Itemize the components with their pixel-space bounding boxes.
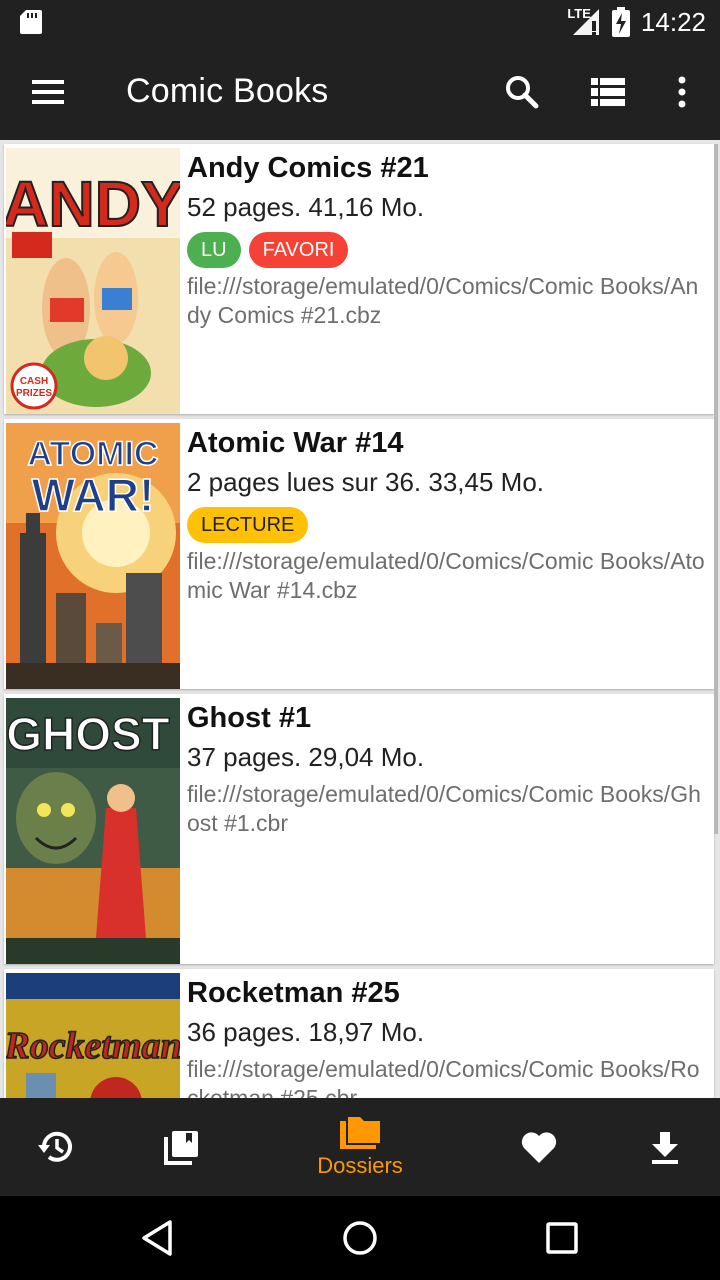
svg-text:WAR!: WAR!	[32, 469, 155, 521]
nav-favorites[interactable]	[516, 1098, 562, 1196]
svg-text:Rocketman: Rocketman	[6, 1025, 180, 1067]
book-meta: 36 pages. 18,97 Mo.	[187, 1017, 425, 1047]
battery-charging-icon	[611, 7, 630, 37]
svg-text:PRIZES: PRIZES	[16, 388, 52, 399]
status-badge-favorite: FAVORI	[248, 232, 349, 268]
signal-icon	[572, 9, 599, 35]
svg-text:ATOMIC: ATOMIC	[28, 435, 159, 473]
book-card[interactable]: ANDY CASH PRIZES Andy Comics #21 52 page…	[4, 144, 714, 414]
book-card[interactable]: GHOST Ghost #1 37 pages. 29,04 Mo. file:…	[4, 694, 714, 964]
nav-folders-label: Dossiers	[317, 1153, 403, 1178]
sd-card-icon	[20, 10, 42, 34]
download-icon	[652, 1132, 678, 1164]
status-badge-reading: LECTURE	[187, 507, 309, 543]
scrollbar[interactable]	[714, 144, 718, 834]
badge-row: LU FAVORI	[187, 232, 706, 268]
book-meta: 37 pages. 29,04 Mo.	[187, 742, 425, 772]
system-navigation-bar	[0, 1196, 720, 1280]
recents-icon[interactable]	[540, 1216, 584, 1260]
history-icon	[38, 1131, 72, 1162]
badge-row: LECTURE	[187, 507, 706, 543]
book-card[interactable]: ATOMIC WAR! Atomic War #14 2 pages lues …	[4, 419, 714, 689]
book-title: Andy Comics #21	[187, 152, 429, 184]
view-list-icon	[591, 78, 625, 106]
folder-icon	[340, 1117, 380, 1149]
book-path: file:///storage/emulated/0/Comics/Comic …	[187, 273, 699, 328]
cover-title-text: ANDY	[6, 168, 180, 240]
overflow-menu-button[interactable]	[660, 70, 704, 114]
book-title: Atomic War #14	[187, 427, 404, 459]
heart-icon	[521, 1132, 557, 1163]
nav-history[interactable]	[32, 1098, 80, 1196]
book-path: file:///storage/emulated/0/Comics/Comic …	[187, 548, 705, 603]
book-title: Ghost #1	[187, 702, 312, 734]
book-path: file:///storage/emulated/0/Comics/Comic …	[187, 1056, 700, 1098]
library-icon	[164, 1131, 198, 1165]
book-cover: Rocketman	[6, 973, 180, 1098]
menu-icon[interactable]	[28, 74, 68, 110]
nav-folders[interactable]: Dossiers	[300, 1098, 420, 1196]
svg-text:GHOST: GHOST	[6, 708, 170, 760]
more-vert-icon	[678, 76, 686, 108]
app-bar: Comic Books	[0, 44, 720, 140]
book-meta: 2 pages lues sur 36. 33,45 Mo.	[187, 467, 545, 497]
page-title: Comic Books	[126, 72, 329, 110]
home-icon[interactable]	[338, 1216, 382, 1260]
book-cover: ATOMIC WAR!	[6, 423, 180, 689]
book-card[interactable]: Rocketman Rocketman #25 36 pages. 18,97 …	[4, 969, 714, 1098]
book-cover: ANDY CASH PRIZES	[6, 148, 180, 414]
bottom-navigation: Dossiers	[0, 1098, 720, 1196]
status-bar: LTE 14:22	[0, 0, 720, 44]
clock: 14:22	[640, 6, 706, 37]
book-meta: 52 pages. 41,16 Mo.	[187, 192, 425, 222]
nav-library[interactable]	[158, 1098, 206, 1196]
book-cover: GHOST	[6, 698, 180, 964]
book-path: file:///storage/emulated/0/Comics/Comic …	[187, 781, 701, 836]
search-icon	[506, 76, 539, 109]
search-button[interactable]	[500, 70, 544, 114]
back-icon[interactable]	[136, 1216, 180, 1260]
status-badge-read: LU	[187, 232, 241, 268]
book-list[interactable]: ANDY CASH PRIZES Andy Comics #21 52 page…	[0, 140, 720, 1098]
nav-downloads[interactable]	[642, 1098, 688, 1196]
book-title: Rocketman #25	[187, 977, 400, 1009]
svg-text:CASH: CASH	[20, 376, 48, 387]
view-mode-button[interactable]	[586, 70, 630, 114]
